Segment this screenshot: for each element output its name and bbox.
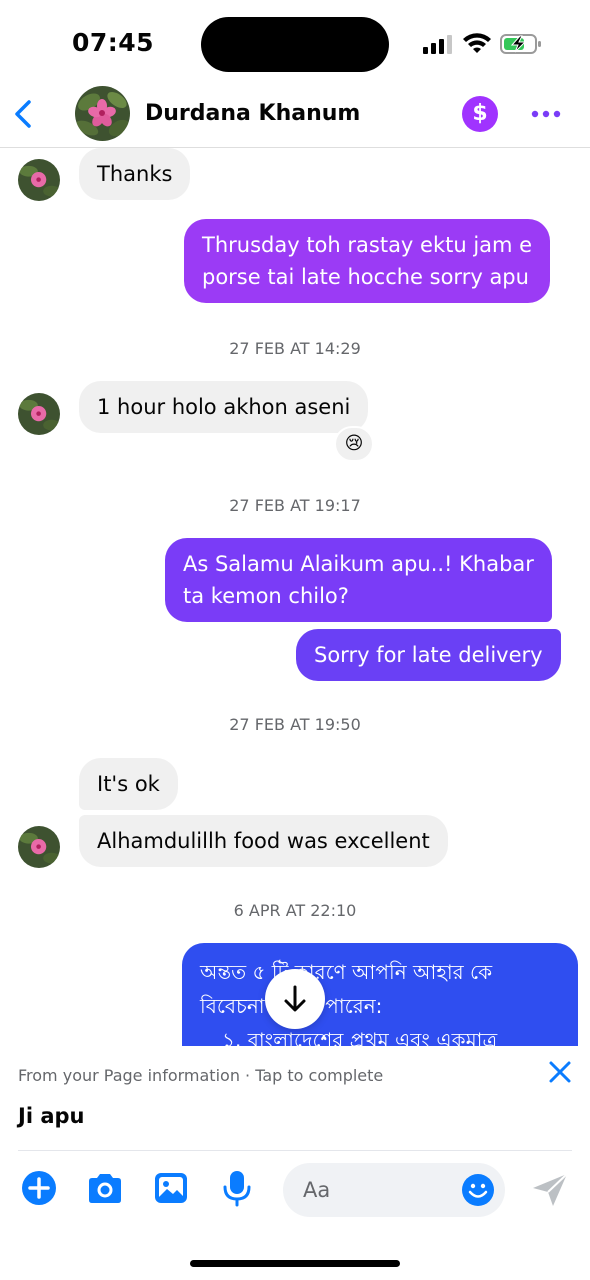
conversation-header: Durdana Khanum $ [0,82,590,148]
message-bubble-outgoing[interactable]: Thrusday toh rastay ektu jam e porse tai… [184,219,551,303]
arrow-down-icon [284,985,306,1012]
contact-avatar[interactable] [75,86,130,141]
message-input[interactable] [303,1163,453,1217]
composer-area: From your Page information · Tap to comp… [0,1046,590,1280]
microphone-icon[interactable] [217,1168,257,1208]
divider [18,1150,572,1151]
crying-reaction-icon[interactable]: 😢 [334,426,374,462]
close-icon[interactable] [546,1058,574,1086]
payment-button[interactable]: $ [462,96,498,132]
message-line: As Salamu Alaikum apu..! Khabar [183,552,534,576]
message-bubble-outgoing[interactable]: Sorry for late delivery [296,629,561,681]
camera-icon[interactable] [85,1168,125,1208]
message-bubble-incoming[interactable]: 1 hour holo akhon aseni [79,381,369,433]
cellular-signal-icon [423,35,452,54]
timestamp-divider: 27 FEB AT 14:29 [229,339,361,358]
suggested-reply[interactable]: Ji apu [18,1104,84,1128]
suggestion-label: From your Page information · Tap to comp… [18,1066,384,1085]
home-indicator [190,1260,400,1267]
message-bubble-incoming[interactable]: Thanks [79,148,191,200]
wifi-icon [463,33,491,53]
dynamic-island [201,17,389,72]
send-icon[interactable] [531,1172,569,1208]
scroll-to-bottom-button[interactable] [265,969,325,1029]
message-line: porse tai late hocche sorry apu [202,265,529,289]
message-bubble-outgoing[interactable]: As Salamu Alaikum apu..! Khabar ta kemon… [165,538,552,622]
battery-charging-icon [500,34,541,54]
plus-icon[interactable] [19,1168,59,1208]
timestamp-divider: 6 APR AT 22:10 [233,901,357,920]
timestamp-divider: 27 FEB AT 19:50 [229,715,361,734]
dollar-icon: $ [472,101,488,126]
timestamp-divider: 27 FEB AT 19:17 [229,496,361,515]
more-dots-icon[interactable] [530,100,562,128]
message-line: Thrusday toh rastay ektu jam e [202,233,533,257]
message-bubble-incoming[interactable]: It's ok [79,758,178,810]
back-chevron-icon[interactable] [8,94,38,134]
message-line: অন্তত ৫ টি কারণে আপনি আহার কে [200,960,493,984]
message-line: ta kemon chilo? [183,584,349,608]
contact-avatar-small[interactable] [18,826,60,868]
message-bubble-incoming[interactable]: Alhamdulillh food was excellent [79,815,448,867]
contact-avatar-small[interactable] [18,159,60,201]
status-time: 07:45 [72,28,155,57]
gallery-icon[interactable] [151,1168,191,1208]
emoji-icon[interactable] [461,1173,495,1207]
contact-name[interactable]: Durdana Khanum [145,101,360,126]
message-line: বিবেচনা করতে পারেন: [200,994,383,1018]
status-bar: 07:45 [0,0,590,90]
contact-avatar-small[interactable] [18,393,60,435]
message-bubble-outgoing[interactable]: অন্তত ৫ টি কারণে আপনি আহার কে বিবেচনা কর… [182,943,578,1053]
message-input-container[interactable] [283,1163,505,1217]
